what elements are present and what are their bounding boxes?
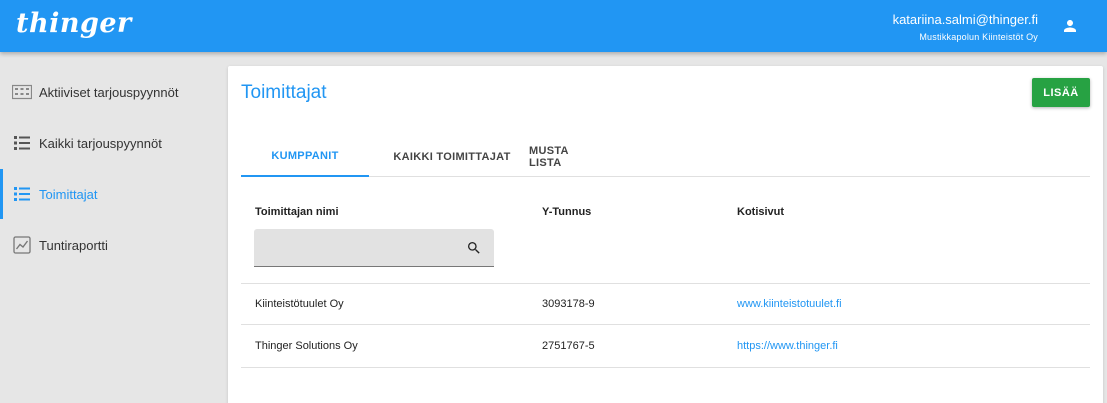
table-row[interactable]: Thinger Solutions Oy 2751767-5 https://w… <box>241 326 1090 368</box>
chart-icon <box>10 233 34 257</box>
sidebar-item-label: Toimittajat <box>39 186 98 202</box>
sidebar-item-kaikki-tarjouspyynnot[interactable]: Kaikki tarjouspyynnöt <box>0 118 227 168</box>
search-input[interactable] <box>254 229 459 267</box>
name-search-field <box>254 229 494 267</box>
search-icon[interactable] <box>466 240 482 256</box>
app-logo[interactable]: thinger <box>16 8 132 39</box>
building-icon <box>10 80 34 104</box>
column-header-website: Kotisivut <box>737 206 785 218</box>
supplier-name: Kiinteistötuulet Oy <box>255 298 344 310</box>
top-bar: thinger katariina.salmi@thinger.fi Musti… <box>0 0 1107 52</box>
supplier-website-link[interactable]: https://www.thinger.fi <box>737 340 838 352</box>
sidebar-item-toimittajat[interactable]: Toimittajat <box>0 169 227 219</box>
tab-bar: KUMPPANIT KAIKKI TOIMITTAJAT MUSTA LISTA <box>241 137 1090 177</box>
sidebar-item-tuntiraportti[interactable]: Tuntiraportti <box>0 220 227 270</box>
user-email: katariina.salmi@thinger.fi <box>892 12 1038 27</box>
sidebar: Aktiiviset tarjouspyynnöt Kaikki tarjous… <box>0 52 227 403</box>
column-header-name: Toimittajan nimi <box>255 206 339 218</box>
person-icon[interactable] <box>1061 17 1079 35</box>
add-button[interactable]: LISÄÄ <box>1032 78 1090 107</box>
tab-musta-lista[interactable]: MUSTA LISTA <box>529 137 603 177</box>
list-icon <box>10 182 34 206</box>
list-icon <box>10 131 34 155</box>
sidebar-item-aktiiviset-tarjouspyynnot[interactable]: Aktiiviset tarjouspyynnöt <box>0 67 227 117</box>
table-row[interactable]: Kiinteistötuulet Oy 3093178-9 www.kiinte… <box>241 283 1090 325</box>
sidebar-item-label: Kaikki tarjouspyynnöt <box>39 135 162 151</box>
sidebar-item-label: Aktiiviset tarjouspyynnöt <box>39 84 179 100</box>
page-title: Toimittajat <box>241 82 327 103</box>
tab-kumppanit[interactable]: KUMPPANIT <box>241 137 369 177</box>
user-organization: Mustikkapolun Kiinteistöt Oy <box>919 32 1038 42</box>
supplier-name: Thinger Solutions Oy <box>255 340 358 352</box>
supplier-website-link[interactable]: www.kiinteistotuulet.fi <box>737 298 842 310</box>
supplier-ytunnus: 2751767-5 <box>542 340 595 352</box>
supplier-ytunnus: 3093178-9 <box>542 298 595 310</box>
tab-kaikki-toimittajat[interactable]: KAIKKI TOIMITTAJAT <box>369 137 535 177</box>
sidebar-item-label: Tuntiraportti <box>39 237 108 253</box>
main-card: Toimittajat LISÄÄ KUMPPANIT KAIKKI TOIMI… <box>228 66 1103 403</box>
column-header-ytunnus: Y-Tunnus <box>542 206 592 218</box>
